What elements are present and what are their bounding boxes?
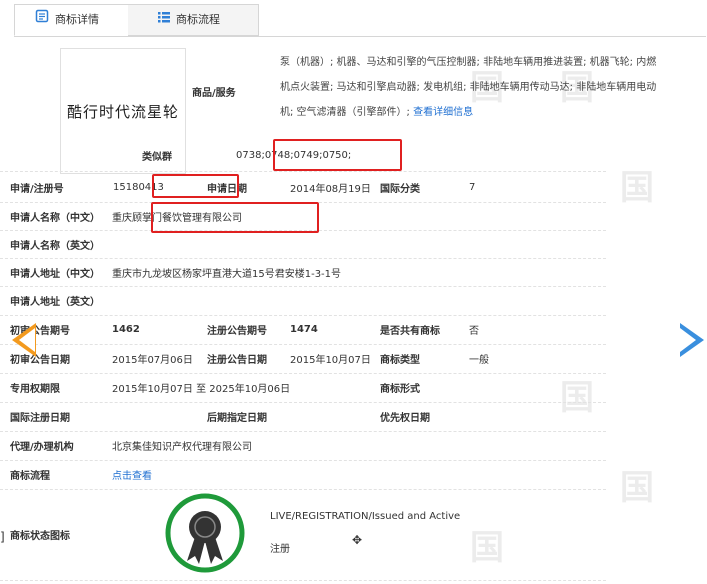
- status-label: 商标状态图标: [10, 531, 70, 542]
- address-cn-value: 重庆市九龙坡区杨家坪直港大道15号君安楼1-3-1号: [112, 268, 342, 280]
- mark-type-label: 商标类型: [380, 355, 420, 366]
- shared-value: 否: [469, 326, 479, 337]
- watermark: 国: [620, 168, 654, 208]
- intl-class-value: 7: [469, 181, 476, 193]
- watermark: 国: [620, 468, 654, 508]
- tab-bar: 商标详情 商标流程: [14, 4, 706, 37]
- trademark-logo-text: 酷行时代流星轮: [66, 102, 179, 121]
- exclusive-label: 专用权期限: [10, 384, 60, 395]
- mark-form-label: 商标形式: [380, 384, 420, 395]
- priority-date-label: 优先权日期: [380, 413, 430, 424]
- row-announcement-date: 初审公告日期 2015年07月06日 注册公告日期 2015年10月07日 商标…: [0, 344, 606, 374]
- reg-ann-no-value: 1474: [290, 324, 318, 335]
- row-process: 商标流程 点击查看: [0, 460, 606, 490]
- agent-label: 代理/办理机构: [10, 442, 74, 453]
- exclusive-value: 2015年10月07日 至 2025年10月06日: [112, 384, 291, 395]
- edge-bracket: ]: [0, 530, 5, 544]
- apply-date-value: 2014年08月19日: [290, 183, 371, 195]
- tab-label: 商标详情: [55, 13, 99, 26]
- document-icon: [35, 5, 49, 35]
- status-en-text: LIVE/REGISTRATION/Issued and Active: [270, 511, 461, 522]
- row-address-cn: 申请人地址（中文） 重庆市九龙坡区杨家坪直港大道15号君安楼1-3-1号: [0, 258, 606, 287]
- row-reg-no: 申请/注册号 15180413 申请日期 2014年08月19日 国际分类 7: [0, 172, 606, 203]
- highlight-similar-group: [273, 139, 402, 171]
- row-address-en: 申请人地址（英文）: [0, 286, 606, 316]
- applicant-cn-label: 申请人名称（中文）: [10, 212, 100, 224]
- goods-label: 商品/服务: [192, 88, 236, 99]
- tab-label: 商标流程: [176, 13, 220, 26]
- row-intl-dates: 国际注册日期 后期指定日期 优先权日期: [0, 402, 606, 432]
- list-icon: [158, 5, 170, 35]
- highlight-reg-no: [152, 174, 239, 198]
- highlight-applicant: [151, 202, 319, 233]
- view-process-link[interactable]: 点击查看: [112, 460, 152, 489]
- mark-type-value: 一般: [469, 355, 489, 366]
- row-announcement-no: 初审公告期号 1462 注册公告期号 1474 是否共有商标 否: [0, 315, 606, 345]
- applicant-en-label: 申请人名称（英文）: [10, 240, 100, 252]
- reg-ann-no-label: 注册公告期号: [207, 326, 267, 337]
- row-agent: 代理/办理机构 北京集佳知识产权代理有限公司: [0, 431, 606, 461]
- status-cn-text: 注册: [270, 544, 290, 555]
- view-details-link[interactable]: 查看详细信息: [413, 107, 473, 118]
- similar-label: 类似群: [142, 151, 172, 163]
- shared-label: 是否共有商标: [380, 326, 440, 337]
- tab-trademark-detail[interactable]: 商标详情: [14, 4, 130, 36]
- agent-value: 北京集佳知识产权代理有限公司: [112, 442, 252, 453]
- address-cn-label: 申请人地址（中文）: [10, 268, 100, 280]
- prelim-date-value: 2015年07月06日: [112, 355, 193, 366]
- row-exclusive-period: 专用权期限 2015年10月07日 至 2025年10月06日 商标形式: [0, 373, 606, 403]
- tab-trademark-process[interactable]: 商标流程: [128, 4, 259, 36]
- reg-no-label: 申请/注册号: [10, 183, 64, 195]
- reg-ann-date-label: 注册公告日期: [207, 355, 267, 366]
- intl-class-label: 国际分类: [380, 183, 420, 195]
- move-cursor-icon: ✥: [352, 533, 363, 547]
- process-label: 商标流程: [10, 471, 50, 482]
- reg-ann-date-value: 2015年10月07日: [290, 355, 371, 366]
- later-date-label: 后期指定日期: [207, 413, 267, 424]
- prelim-no-value: 1462: [112, 324, 140, 335]
- status-badge-icon: [165, 493, 245, 573]
- goods-list: 泵（机器）; 机器、马达和引擎的气压控制器; 非陆地车辆用推进装置; 机器飞轮;…: [280, 50, 660, 125]
- intl-reg-date-label: 国际注册日期: [10, 413, 70, 424]
- row-applicant-en: 申请人名称（英文）: [0, 230, 606, 259]
- address-en-label: 申请人地址（英文）: [10, 297, 100, 308]
- row-status: 商标状态图标: [0, 489, 606, 581]
